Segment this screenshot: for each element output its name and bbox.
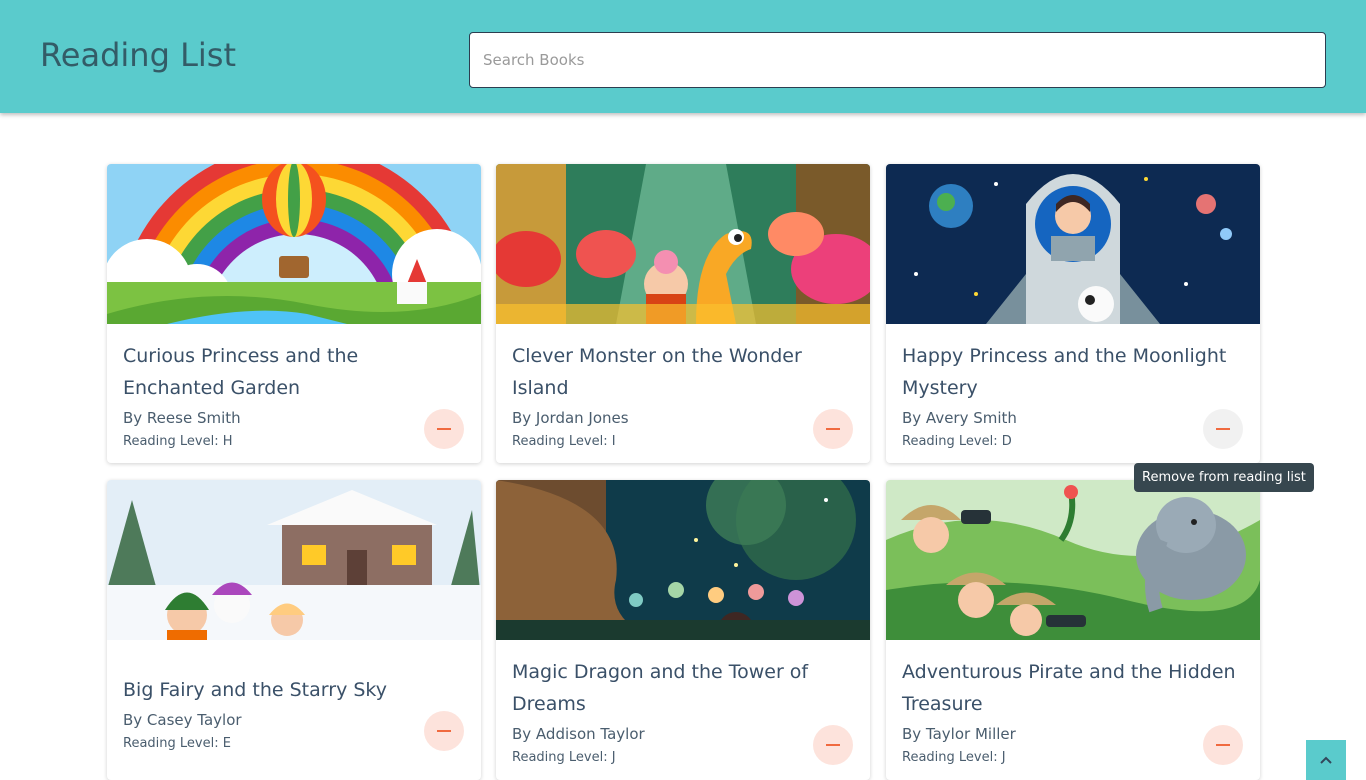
remove-from-list-button[interactable]	[424, 409, 464, 449]
remove-from-list-button[interactable]	[1203, 409, 1243, 449]
book-author: By Avery Smith	[902, 409, 1017, 427]
book-card: Big Fairy and the Starry Sky By Casey Ta…	[107, 480, 481, 780]
book-title[interactable]: Adventurous Pirate and the Hidden Treasu…	[902, 656, 1242, 720]
book-title[interactable]: Clever Monster on the Wonder Island	[512, 340, 852, 404]
book-title[interactable]: Curious Princess and the Enchanted Garde…	[123, 340, 463, 404]
book-author: By Jordan Jones	[512, 409, 629, 427]
book-author: By Taylor Miller	[902, 725, 1016, 743]
app-header: Reading List	[0, 0, 1366, 113]
remove-tooltip: Remove from reading list	[1134, 463, 1314, 492]
reading-level: Reading Level: J	[902, 750, 1006, 765]
reading-level: Reading Level: D	[902, 434, 1012, 449]
remove-from-list-button[interactable]	[1203, 725, 1243, 765]
book-cover-image	[107, 164, 481, 324]
book-title[interactable]: Magic Dragon and the Tower of Dreams	[512, 656, 852, 720]
reading-level: Reading Level: E	[123, 736, 231, 751]
book-cover-image	[496, 164, 870, 324]
book-author: By Addison Taylor	[512, 725, 645, 743]
chevron-up-icon	[1320, 756, 1332, 764]
search-input[interactable]	[469, 32, 1326, 88]
page-title: Reading List	[40, 36, 236, 74]
book-author: By Reese Smith	[123, 409, 241, 427]
book-cover-image	[107, 480, 481, 640]
book-cover-image	[496, 480, 870, 640]
reading-level: Reading Level: J	[512, 750, 616, 765]
book-card: Adventurous Pirate and the Hidden Treasu…	[886, 480, 1260, 780]
book-cover-image	[886, 480, 1260, 640]
reading-level: Reading Level: I	[512, 434, 616, 449]
book-cover-image	[886, 164, 1260, 324]
reading-level: Reading Level: H	[123, 434, 233, 449]
book-title[interactable]: Big Fairy and the Starry Sky	[123, 674, 463, 706]
book-card: Happy Princess and the Moonlight Mystery…	[886, 164, 1260, 463]
book-title[interactable]: Happy Princess and the Moonlight Mystery	[902, 340, 1242, 404]
minus-icon	[437, 730, 451, 732]
minus-icon	[1216, 428, 1230, 430]
book-card: Magic Dragon and the Tower of Dreams By …	[496, 480, 870, 780]
book-author: By Casey Taylor	[123, 711, 242, 729]
remove-from-list-button[interactable]	[813, 409, 853, 449]
minus-icon	[826, 428, 840, 430]
remove-from-list-button[interactable]	[813, 725, 853, 765]
minus-icon	[437, 428, 451, 430]
minus-icon	[1216, 744, 1230, 746]
book-card: Curious Princess and the Enchanted Garde…	[107, 164, 481, 463]
minus-icon	[826, 744, 840, 746]
book-card: Clever Monster on the Wonder Island By J…	[496, 164, 870, 463]
remove-from-list-button[interactable]	[424, 711, 464, 751]
scroll-to-top-button[interactable]	[1306, 740, 1346, 780]
